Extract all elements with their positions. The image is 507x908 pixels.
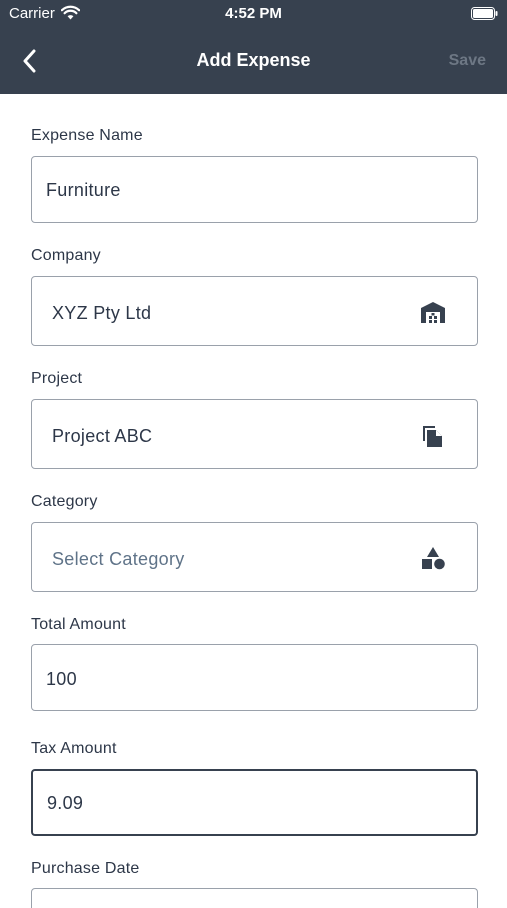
- company-label: Company: [31, 247, 101, 264]
- project-picker[interactable]: Project ABC: [31, 399, 478, 469]
- project-value: Project ABC: [52, 426, 153, 446]
- battery-full-icon: [471, 7, 498, 20]
- tax-amount-value: 9.09: [47, 793, 84, 813]
- page-title: Add Expense: [196, 50, 311, 70]
- status-time: 4:52 PM: [225, 5, 282, 22]
- project-label: Project: [31, 370, 83, 387]
- app-header: Carrier 4:52 PM Add Expense Save: [0, 0, 507, 94]
- category-picker[interactable]: Select Category: [31, 522, 478, 592]
- total-amount-value: 100: [46, 669, 77, 689]
- total-amount-field[interactable]: 100: [31, 644, 478, 711]
- total-amount-label: Total Amount: [31, 616, 126, 633]
- warehouse-icon: [421, 302, 445, 323]
- purchase-date-label: Purchase Date: [31, 860, 140, 877]
- company-picker[interactable]: XYZ Pty Ltd: [31, 276, 478, 346]
- purchase-date-field[interactable]: [31, 888, 478, 908]
- expense-name-value: Furniture: [46, 180, 121, 200]
- expense-name-field[interactable]: Furniture: [31, 156, 478, 223]
- save-button[interactable]: Save: [449, 52, 486, 70]
- navigation-bar: Add Expense Save: [0, 28, 507, 94]
- status-bar: Carrier 4:52 PM: [0, 0, 507, 28]
- shapes-icon: [422, 547, 445, 570]
- tax-amount-field[interactable]: 9.09: [31, 769, 478, 836]
- documents-icon: [423, 426, 442, 447]
- company-value: XYZ Pty Ltd: [52, 303, 152, 323]
- category-label: Category: [31, 493, 98, 510]
- category-placeholder: Select Category: [52, 549, 185, 569]
- expense-name-label: Expense Name: [31, 127, 143, 144]
- tax-amount-label: Tax Amount: [31, 740, 117, 757]
